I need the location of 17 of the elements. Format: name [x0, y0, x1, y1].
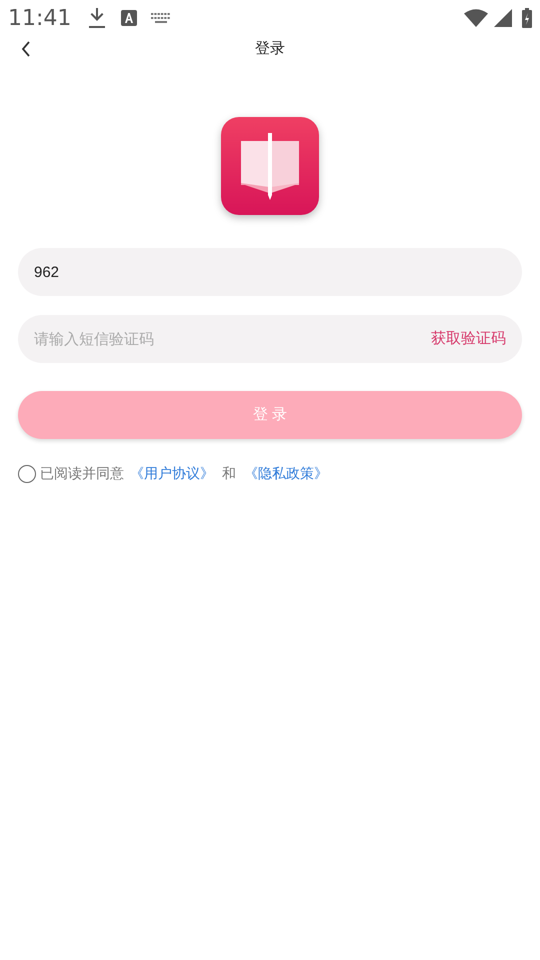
app-logo-icon	[221, 117, 319, 215]
back-icon	[21, 41, 31, 57]
wifi-icon	[464, 9, 488, 27]
agreement-text: 已阅读并同意	[40, 464, 124, 483]
privacy-policy-link[interactable]: 《隐私政策》	[244, 463, 328, 484]
and-text: 和	[222, 464, 236, 483]
download-icon	[89, 8, 106, 28]
agreement-checkbox[interactable]	[18, 464, 36, 482]
keyboard-icon	[151, 12, 172, 24]
text-a-icon	[121, 10, 138, 26]
status-time: 11:41	[8, 4, 72, 32]
get-code-button[interactable]: 获取验证码	[431, 328, 506, 350]
signal-icon	[494, 9, 512, 27]
phone-field[interactable]: 962	[18, 248, 522, 296]
page-title: 登录	[255, 38, 285, 59]
user-agreement-link[interactable]: 《用户协议》	[130, 463, 214, 484]
battery-icon	[522, 8, 532, 28]
